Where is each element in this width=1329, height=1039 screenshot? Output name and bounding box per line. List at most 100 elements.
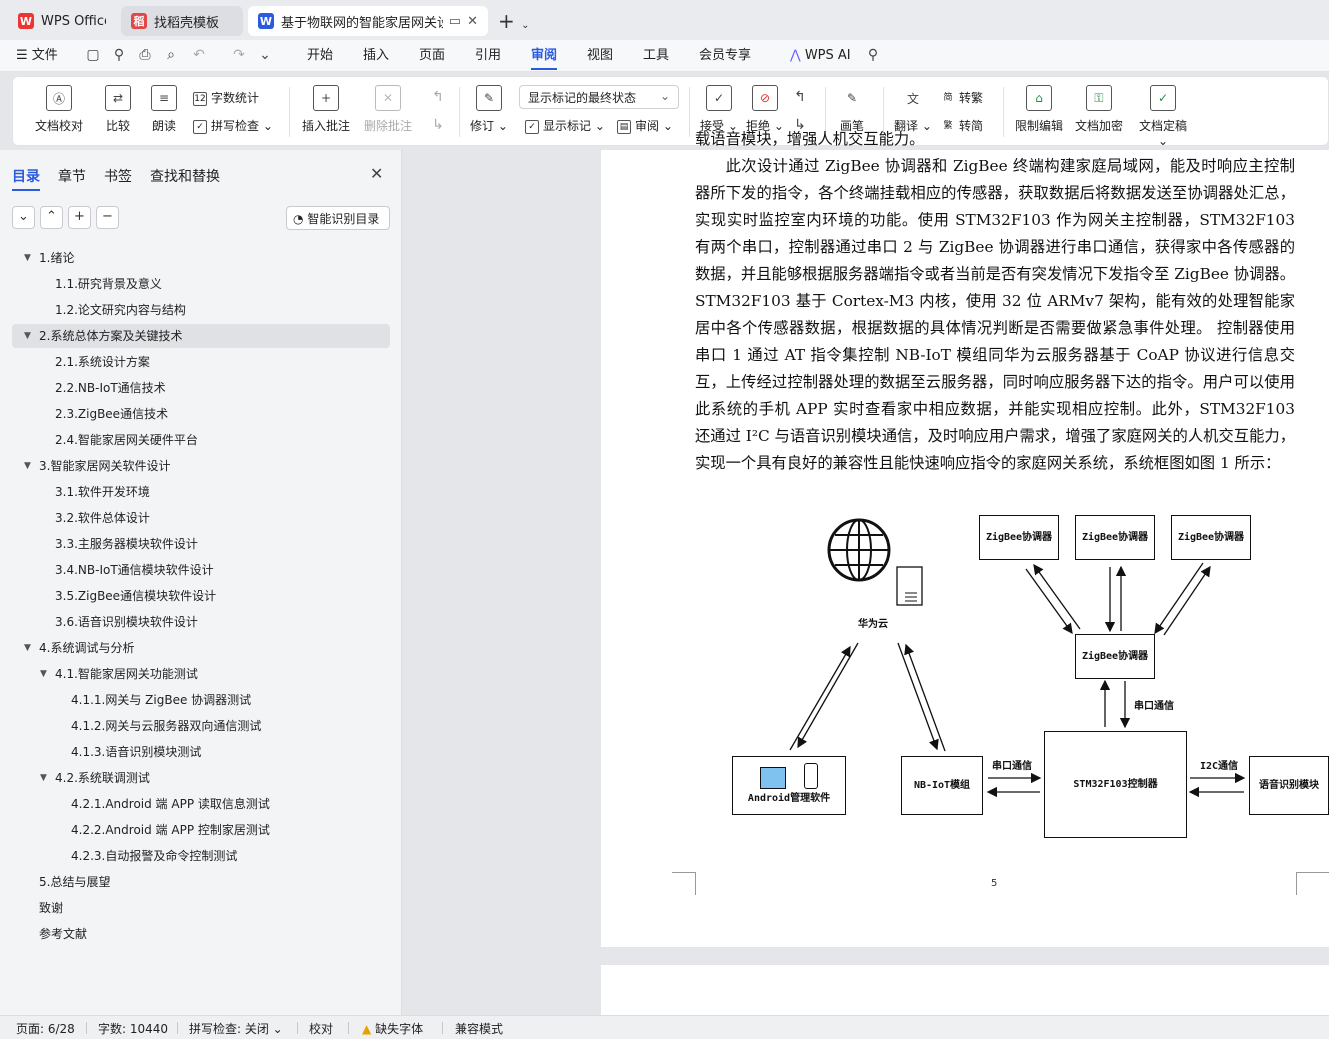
toc-item[interactable]: 5.总结与展望 xyxy=(12,870,390,894)
page-indicator[interactable]: 页面: 6/28 xyxy=(16,1020,75,1037)
expand-triangle-icon[interactable]: ▼ xyxy=(24,246,31,270)
toc-item[interactable]: 1.1.研究背景及意义 xyxy=(12,272,390,296)
toc-item[interactable]: 致谢 xyxy=(12,896,390,920)
toc-item[interactable]: 2.1.系统设计方案 xyxy=(12,350,390,374)
compare-button[interactable]: ⇄ 比较 xyxy=(97,85,139,134)
show-markup-label: 显示标记 xyxy=(543,119,592,133)
tab-document[interactable]: W 基于物联网的智能家居网关设计 ▭ ✕ xyxy=(248,6,488,36)
document-body[interactable]: 载语音模块，增强人机交互能力。 此次设计通过 ZigBee 协调器和 ZigBe… xyxy=(695,130,1295,477)
menu-view[interactable]: 视图 xyxy=(587,46,613,66)
toc-item[interactable]: ▼ 4.系统调试与分析 xyxy=(12,636,390,660)
insert-comment-button[interactable]: + 插入批注 xyxy=(299,85,353,134)
save-icon[interactable]: ▢ xyxy=(84,47,102,65)
doc-check-button[interactable]: Ⓐ 文档校对 xyxy=(29,85,89,134)
toc-item[interactable]: 1.2.论文研究内容与结构 xyxy=(12,298,390,322)
toc-item[interactable]: 参考文献 xyxy=(12,922,390,946)
toc-item[interactable]: 4.1.2.网关与云服务器双向通信测试 xyxy=(12,714,390,738)
toc-item-label: 4.2.3.自动报警及命令控制测试 xyxy=(71,849,238,863)
expand-triangle-icon[interactable]: ▼ xyxy=(24,454,31,478)
toc-item[interactable]: ▼ 1.绪论 xyxy=(12,246,390,270)
separator xyxy=(297,1022,298,1034)
markup-state-select[interactable]: 显示标记的最终状态 ⌄ xyxy=(519,85,679,109)
toc-item[interactable]: 4.2.3.自动报警及命令控制测试 xyxy=(12,844,390,868)
expand-triangle-icon[interactable]: ▼ xyxy=(40,766,47,790)
menu-tools[interactable]: 工具 xyxy=(643,46,669,66)
menu-reference[interactable]: 引用 xyxy=(475,46,501,66)
menu-member[interactable]: 会员专享 xyxy=(699,46,751,66)
add-heading-button[interactable]: + xyxy=(68,206,91,229)
proof-status[interactable]: 校对 xyxy=(309,1020,333,1037)
toc-item-label: 3.3.主服务器模块软件设计 xyxy=(55,537,198,551)
screen-icon[interactable]: ▭ xyxy=(449,14,461,29)
toc-item[interactable]: 3.1.软件开发环境 xyxy=(12,480,390,504)
toc-item[interactable]: 4.2.1.Android 端 APP 读取信息测试 xyxy=(12,792,390,816)
toc-item[interactable]: ▼ 4.2.系统联调测试 xyxy=(12,766,390,790)
tab-wps-office[interactable]: W WPS Office xyxy=(8,6,116,36)
missing-font-status[interactable]: ▲ 缺失字体 xyxy=(362,1020,423,1037)
print-icon[interactable]: ⎙ xyxy=(136,47,154,65)
smart-toc-button[interactable]: ◔ 智能识别目录 xyxy=(286,206,390,230)
toc-item[interactable]: 3.6.语音识别模块软件设计 xyxy=(12,610,390,634)
share-icon[interactable]: ⚲ xyxy=(110,47,128,65)
tab-chapters[interactable]: 章节 xyxy=(58,166,86,186)
menu-start[interactable]: 开始 xyxy=(307,46,333,66)
toc-item[interactable]: 3.2.软件总体设计 xyxy=(12,506,390,530)
toc-item-label: 1.1.研究背景及意义 xyxy=(55,277,162,291)
close-tab-icon[interactable]: ✕ xyxy=(467,14,478,29)
tab-find-replace[interactable]: 查找和替换 xyxy=(150,166,220,186)
separator xyxy=(289,87,290,137)
file-menu[interactable]: ☰ 文件 xyxy=(16,46,58,66)
read-aloud-label: 朗读 xyxy=(151,119,176,133)
toc-item[interactable]: 4.2.2.Android 端 APP 控制家居测试 xyxy=(12,818,390,842)
toc-item[interactable]: ▼ 4.1.智能家居网关功能测试 xyxy=(12,662,390,686)
read-aloud-button[interactable]: ≡ 朗读 xyxy=(147,85,181,134)
delete-comment-label: 删除批注 xyxy=(363,119,412,133)
spell-check-button[interactable]: ✓ 拼写检查 ⌄ xyxy=(193,117,273,134)
remove-heading-button[interactable]: − xyxy=(96,206,119,229)
tab-toc[interactable]: 目录 xyxy=(12,166,40,186)
prev-comment-icon[interactable]: ↰ xyxy=(429,89,447,107)
collapse-all-button[interactable]: ⌄ xyxy=(12,206,35,229)
more-icon[interactable]: ⌄ xyxy=(256,47,274,65)
search-icon[interactable]: ⚲ xyxy=(864,47,882,65)
redo-icon[interactable]: ↷ xyxy=(230,47,248,65)
revise-button[interactable]: ✎ 修订 ⌄ xyxy=(469,85,509,134)
tab-template[interactable]: 稻 找稻壳模板 xyxy=(121,6,243,36)
review-pane-button[interactable]: ▤ 审阅 ⌄ xyxy=(617,117,673,134)
toc-item[interactable]: 2.2.NB-IoT通信技术 xyxy=(12,376,390,400)
toc-item[interactable]: 4.1.1.网关与 ZigBee 协调器测试 xyxy=(12,688,390,712)
expand-triangle-icon[interactable]: ▼ xyxy=(24,324,31,348)
show-markup-button[interactable]: ✓ 显示标记 ⌄ xyxy=(525,117,605,134)
delete-comment-button[interactable]: ✕ 删除批注 xyxy=(359,85,417,134)
menu-insert[interactable]: 插入 xyxy=(363,46,389,66)
new-tab-icon[interactable]: + ⌄ xyxy=(498,9,530,33)
close-panel-icon[interactable]: ✕ xyxy=(370,164,383,183)
body-paragraph: 此次设计通过 ZigBee 协调器和 ZigBee 终端构建家庭局域网，能及时响… xyxy=(695,157,1295,472)
toc-item[interactable]: ▼ 2.系统总体方案及关键技术 xyxy=(12,324,390,348)
toc-item[interactable]: 4.1.3.语音识别模块测试 xyxy=(12,740,390,764)
to-traditional-button[interactable]: 简转繁 xyxy=(941,89,983,106)
prev-change-icon[interactable]: ↰ xyxy=(791,89,809,107)
toc-item[interactable]: 3.3.主服务器模块软件设计 xyxy=(12,532,390,556)
cloud-label: 华为云 xyxy=(858,619,888,630)
toc-item[interactable]: 2.4.智能家居网关硬件平台 xyxy=(12,428,390,452)
wps-ai-button[interactable]: ⋀ WPS AI xyxy=(790,46,851,66)
expand-triangle-icon[interactable]: ▼ xyxy=(40,662,47,686)
next-comment-icon[interactable]: ↳ xyxy=(429,117,447,135)
print-preview-icon[interactable]: ⌕ xyxy=(162,47,180,65)
undo-icon[interactable]: ↶ xyxy=(190,47,208,65)
word-count-status[interactable]: 字数: 10440 xyxy=(98,1020,168,1037)
tab-bookmarks[interactable]: 书签 xyxy=(104,166,132,186)
expand-triangle-icon[interactable]: ▼ xyxy=(24,636,31,660)
spell-check-status[interactable]: 拼写检查: 关闭 ⌄ xyxy=(189,1020,283,1037)
word-count-button[interactable]: 12 字数统计 xyxy=(193,89,259,106)
toc-item[interactable]: 3.5.ZigBee通信模块软件设计 xyxy=(12,584,390,608)
menu-page[interactable]: 页面 xyxy=(419,46,445,66)
menu-review[interactable]: 审阅 xyxy=(531,46,558,70)
toc-item[interactable]: 3.4.NB-IoT通信模块软件设计 xyxy=(12,558,390,582)
expand-up-button[interactable]: ⌃ xyxy=(40,206,63,229)
wps-logo-icon: W xyxy=(18,13,34,29)
separator xyxy=(177,1022,178,1034)
toc-item[interactable]: ▼ 3.智能家居网关软件设计 xyxy=(12,454,390,478)
toc-item[interactable]: 2.3.ZigBee通信技术 xyxy=(12,402,390,426)
